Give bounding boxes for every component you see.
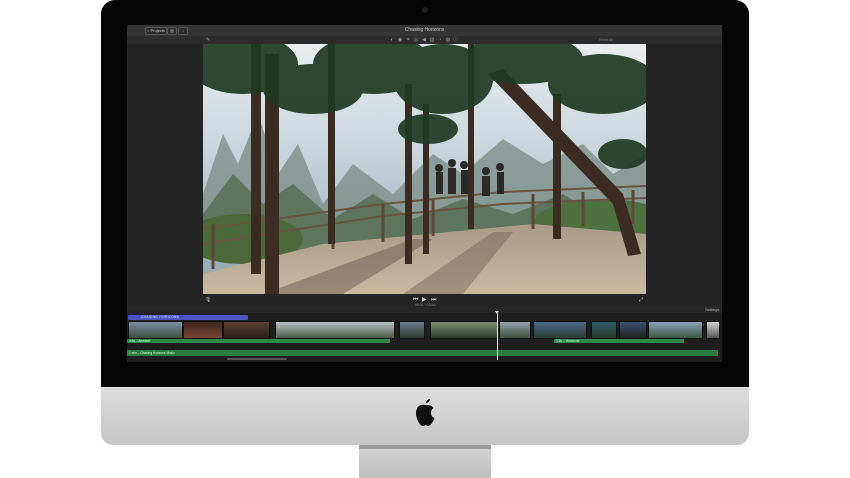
timeline-scrollbar[interactable]	[227, 358, 287, 360]
timecode: 00:31 / 03:20	[415, 303, 436, 307]
playhead[interactable]	[497, 312, 498, 360]
stabilize-icon[interactable]: ◎	[413, 37, 419, 43]
color-balance-icon[interactable]: ◐	[389, 37, 395, 43]
imac-chin	[101, 387, 749, 445]
timeline-header	[127, 306, 722, 313]
color-icon[interactable]: ◉	[397, 37, 403, 43]
window-title: Chasing Horizons	[404, 27, 445, 33]
video-viewer[interactable]	[203, 44, 646, 294]
settings-button[interactable]: Settings	[705, 306, 719, 313]
volume-icon[interactable]: ◀	[421, 37, 427, 43]
filter-icon[interactable]: ◍	[445, 37, 451, 43]
adjustment-toolbar: ✎ ◐ ◉ ⌗ ◎ ◀ ▥ ◔ ◍ ⓘ Reset All	[127, 36, 722, 44]
video-clip[interactable]	[706, 321, 720, 339]
video-clip[interactable]	[399, 321, 425, 339]
video-clip[interactable]	[619, 321, 647, 339]
apple-logo-icon	[416, 399, 435, 426]
projects-button[interactable]: < Projects	[145, 27, 167, 35]
playhead-handle[interactable]	[495, 311, 499, 314]
audio-clip[interactable]	[127, 339, 390, 343]
import-button[interactable]: ↓	[178, 27, 188, 35]
video-clip[interactable]	[223, 321, 270, 339]
audio-clip-label: 3.6s – Ambient	[129, 339, 151, 343]
video-frame	[203, 44, 646, 294]
fullscreen-icon[interactable]: ⤢	[639, 296, 643, 304]
crop-icon[interactable]: ⌗	[405, 37, 411, 43]
music-track[interactable]	[127, 350, 718, 356]
imac-stand	[359, 445, 491, 478]
audio-clip-label: 3.6s – Voiceover	[556, 339, 580, 343]
video-clip[interactable]	[183, 321, 223, 339]
speed-icon[interactable]: ◔	[437, 37, 443, 43]
camera-icon	[422, 7, 428, 13]
video-clip[interactable]	[128, 321, 183, 339]
reset-all-button[interactable]: Reset All	[599, 37, 613, 43]
title-clip-label: CHASING HORIZONS	[141, 315, 180, 319]
library-toggle-button[interactable]: ▤	[167, 27, 177, 35]
video-clip[interactable]	[591, 321, 617, 339]
video-clip[interactable]	[499, 321, 531, 339]
microphone-icon[interactable]: 🎙	[205, 296, 211, 304]
noise-icon[interactable]: ▥	[429, 37, 435, 43]
video-clip[interactable]	[275, 321, 395, 339]
video-clip[interactable]	[430, 321, 498, 339]
stand-shadow	[359, 445, 491, 449]
video-clip[interactable]	[533, 321, 587, 339]
imovie-window: < Projects ▤ ↓ Chasing Horizons ✎ ◐ ◉ ⌗ …	[127, 25, 722, 362]
info-icon[interactable]: ⓘ	[453, 37, 459, 43]
video-clip[interactable]	[648, 321, 703, 339]
magic-wand-icon[interactable]: ✎	[205, 37, 211, 43]
music-track-label: 1 min – Chasing Horizons Music	[129, 351, 175, 355]
